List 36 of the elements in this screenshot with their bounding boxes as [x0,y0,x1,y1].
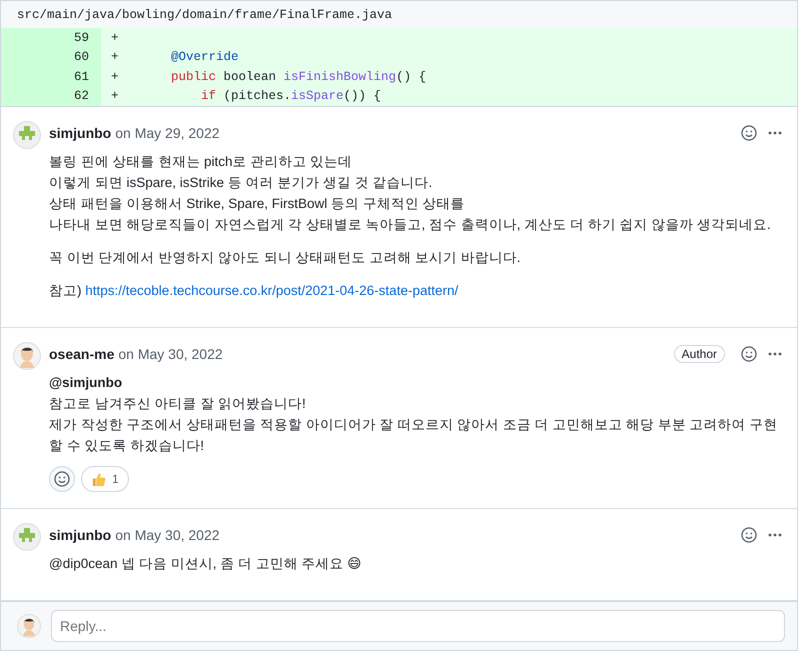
smiley-icon[interactable] [741,527,757,543]
author-name[interactable]: osean-me [49,346,114,362]
comment-text: 참고로 남겨주신 아티클 잘 읽어봤습니다! 제가 작성한 구조에서 상태패턴을 적용할 아이디어가 잘 떠오르지 않아서 조금 더 고민해보고 해당 부분 고려하여 구현할 수 있도록 하겠습니다! [49,395,778,455]
reply-field[interactable]: Reply... [51,610,785,642]
line-number: 61 [1,67,101,86]
comment-text: @dip0cean 넵 다음 미션시, 좀 더 고민해 주세요 😄 [49,555,362,573]
avatar[interactable] [13,342,41,370]
smiley-icon [54,471,70,487]
reference-link[interactable]: https://tecoble.techcourse.co.kr/post/2021-04-26-state-pattern/ [85,283,458,298]
diff-sign: + [111,89,120,104]
file-path[interactable]: src/main/java/bowling/domain/frame/FinalFrame.java [17,8,392,22]
diff-sign: + [111,70,120,84]
comment-date[interactable]: on May 30, 2022 [115,527,220,543]
thumbs-up-reaction[interactable]: 1 [81,466,129,492]
line-number: 59 [1,28,101,48]
line-number: 62 [1,86,101,106]
smiley-icon[interactable] [741,346,757,362]
mention[interactable]: @simjunbo [49,372,783,393]
code-text: if (pitches.isSpare()) { [201,89,382,104]
comment-date[interactable]: on May 30, 2022 [118,346,223,362]
author-name[interactable]: simjunbo [49,125,112,141]
diff-sign: + [111,30,120,45]
author-badge: Author [674,345,725,363]
thumbs-up-icon [91,472,106,486]
code-text: @Override [171,50,239,64]
comment-text: 볼링 핀에 상태를 현재는 pitch로 관리하고 있는데 이렇게 되면 isSpare, isStrike 등 여러 분기가 생길 것 같습니다. 상태 패턴을 이용해서 Strike, Spare, FirstBowl 등의 구체적인 상태를 나타내 보면 해당로직들이 자연스럽게 각 상태별로 녹아들고, 점수 출력이나, 계산도 더 하기 쉽지 않을까 생각되네요. [49,153,772,234]
diff-sign: + [111,50,120,64]
code-text: public boolean isFinishBowling() { [171,70,426,84]
reference-label: 참고) [49,283,82,298]
line-number: 60 [1,48,101,67]
smiley-icon[interactable] [741,125,757,141]
comment-date[interactable]: on May 29, 2022 [115,125,220,141]
comment-text: 꼭 이번 단계에서 반영하지 않아도 되니 상태패턴도 고려해 보시기 바랍니다. [49,249,522,267]
avatar [17,614,41,638]
author-name[interactable]: simjunbo [49,527,112,543]
add-reaction-button[interactable] [49,466,75,492]
